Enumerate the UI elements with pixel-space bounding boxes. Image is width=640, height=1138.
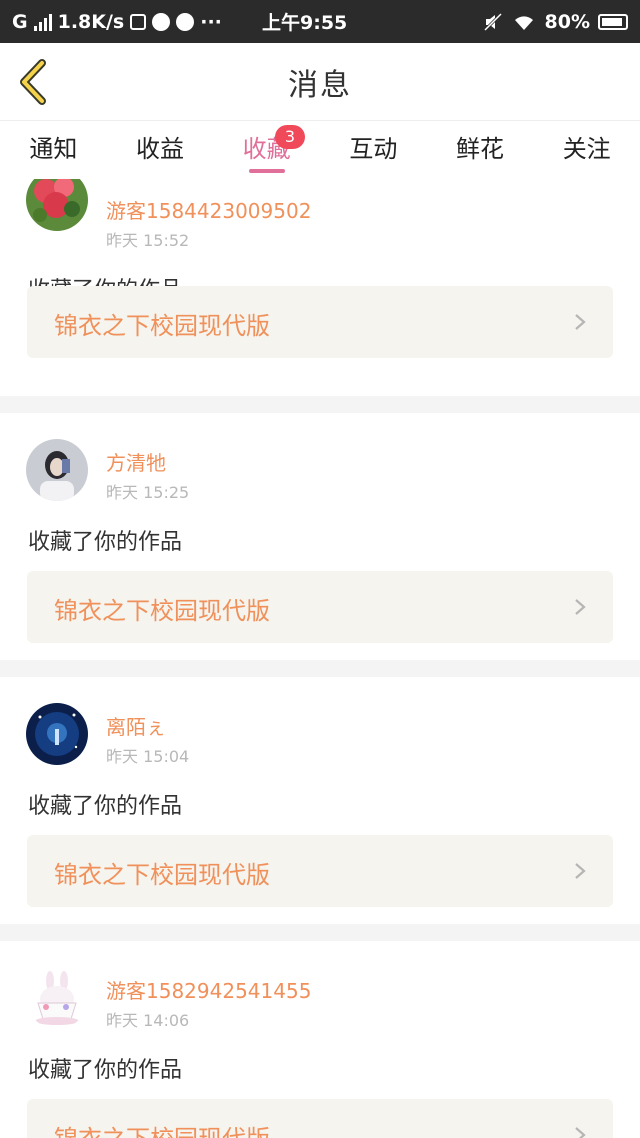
wifi-icon xyxy=(514,15,533,30)
timestamp: 昨天 15:04 xyxy=(106,747,190,766)
list-item: 离陌ぇ 昨天 15:04 收藏了你的作品 锦衣之下校园现代版 xyxy=(0,677,640,924)
action-text: 收藏了你的作品 xyxy=(28,794,183,819)
work-link[interactable]: 锦衣之下校园现代版 xyxy=(27,835,613,907)
browser-icon xyxy=(176,12,195,31)
tab-following[interactable]: 关注 xyxy=(533,121,640,179)
tab-label: 关注 xyxy=(562,135,611,163)
message-list[interactable]: 游客1584423009502 昨天 15:52 收藏了你的作品 锦衣之下校园现… xyxy=(0,179,640,1138)
status-bar: G 1.8K/s ··· 上午9:55 80% xyxy=(0,0,640,43)
night-scene-avatar-icon xyxy=(26,703,88,765)
header: 消息 xyxy=(0,43,640,121)
page-title: 消息 xyxy=(288,67,352,103)
work-title: 锦衣之下校园现代版 xyxy=(54,597,270,625)
timestamp: 昨天 15:25 xyxy=(106,483,190,502)
flower-avatar-icon xyxy=(26,179,88,231)
tab-label: 收益 xyxy=(136,135,184,163)
user-name[interactable]: 方清牠 xyxy=(106,447,166,476)
tab-flowers[interactable]: 鲜花 xyxy=(427,121,534,179)
notification-icon xyxy=(130,13,147,30)
tab-favorites[interactable]: 收藏 3 xyxy=(213,121,320,179)
avatar[interactable] xyxy=(26,967,88,1029)
avatar[interactable] xyxy=(26,703,88,765)
work-title: 锦衣之下校园现代版 xyxy=(54,861,270,889)
list-item: 游客1582942541455 昨天 14:06 收藏了你的作品 锦衣之下校园现… xyxy=(0,941,640,1138)
chevron-left-icon xyxy=(20,59,46,105)
tab-label: 鲜花 xyxy=(456,135,505,163)
network-speed: 1.8K/s xyxy=(57,10,125,33)
tab-earnings[interactable]: 收益 xyxy=(107,121,214,179)
list-item: 方清牠 昨天 15:25 收藏了你的作品 锦衣之下校园现代版 xyxy=(0,413,640,660)
timestamp: 昨天 14:06 xyxy=(106,1011,190,1030)
chevron-right-icon xyxy=(575,1127,586,1138)
status-right: 80% xyxy=(428,11,628,33)
tab-label: 互动 xyxy=(349,135,398,163)
network-type: G xyxy=(12,10,28,33)
divider xyxy=(0,660,640,677)
user-name[interactable]: 游客1582942541455 xyxy=(106,975,311,1004)
clock: 上午9:55 xyxy=(262,12,348,34)
avatar[interactable] xyxy=(26,179,88,231)
more-notifications: ··· xyxy=(200,10,222,33)
status-left: G 1.8K/s ··· xyxy=(12,11,262,33)
work-link[interactable]: 锦衣之下校园现代版 xyxy=(27,286,613,358)
battery-percent: 80% xyxy=(544,10,590,33)
chevron-right-icon xyxy=(575,599,586,615)
avatar[interactable] xyxy=(26,439,88,501)
back-button[interactable] xyxy=(14,59,54,105)
user-name[interactable]: 游客1584423009502 xyxy=(106,195,311,224)
divider xyxy=(0,396,640,413)
chevron-right-icon xyxy=(575,863,586,879)
work-link[interactable]: 锦衣之下校园现代版 xyxy=(27,1099,613,1138)
tab-bar: 通知 收益 收藏 3 互动 鲜花 关注 xyxy=(0,121,640,179)
action-text: 收藏了你的作品 xyxy=(28,530,183,555)
user-name[interactable]: 离陌ぇ xyxy=(106,711,166,740)
battery-icon xyxy=(598,13,628,30)
unread-badge: 3 xyxy=(275,125,306,149)
timestamp: 昨天 15:52 xyxy=(106,231,190,250)
action-text: 收藏了你的作品 xyxy=(28,1058,183,1083)
tab-notifications[interactable]: 通知 xyxy=(0,121,107,179)
app-icon xyxy=(152,12,171,31)
tab-interactions[interactable]: 互动 xyxy=(320,121,427,179)
work-link[interactable]: 锦衣之下校园现代版 xyxy=(27,571,613,643)
work-title: 锦衣之下校园现代版 xyxy=(54,1119,270,1138)
signal-icon xyxy=(33,13,52,31)
bunny-cup-avatar-icon xyxy=(26,967,88,1029)
divider xyxy=(0,924,640,941)
tab-label: 通知 xyxy=(29,135,78,163)
girl-photo-avatar-icon xyxy=(26,439,88,501)
work-title: 锦衣之下校园现代版 xyxy=(54,312,270,340)
chevron-right-icon xyxy=(575,314,586,330)
mute-icon xyxy=(483,12,502,31)
list-item: 游客1584423009502 昨天 15:52 收藏了你的作品 锦衣之下校园现… xyxy=(0,179,640,396)
